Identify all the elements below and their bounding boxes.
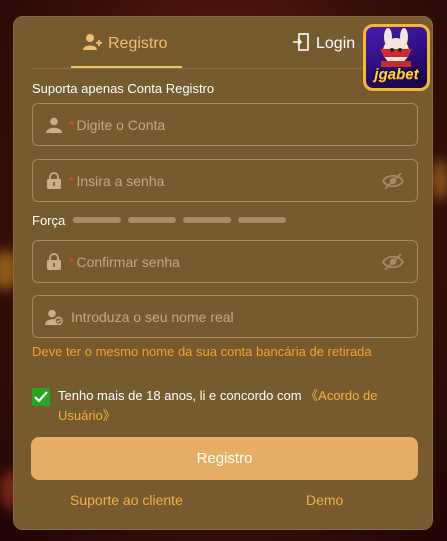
user-icon: [45, 116, 63, 134]
account-input[interactable]: [74, 104, 417, 145]
password-strength-segment: [128, 217, 176, 223]
eye-slash-icon[interactable]: [381, 250, 405, 274]
tab-registro[interactable]: Registro: [82, 31, 168, 57]
realname-input[interactable]: [63, 296, 417, 337]
tabs-divider: [32, 68, 414, 69]
tab-registro-label: Registro: [108, 35, 168, 52]
lock-icon: [45, 172, 63, 190]
agree-checkbox[interactable]: [32, 388, 50, 406]
password-strength-segment: [73, 217, 121, 223]
add-user-icon: [82, 33, 102, 56]
brand-logo-text: jgabet: [374, 66, 419, 83]
customer-support-link[interactable]: Suporte ao cliente: [70, 492, 183, 508]
password-strength-segment: [238, 217, 286, 223]
password-field[interactable]: *: [32, 159, 418, 202]
realname-hint: Deve ter o mesmo nome da sua conta bancá…: [32, 344, 372, 359]
confirm-password-field[interactable]: *: [32, 240, 418, 283]
tab-login[interactable]: Login: [292, 31, 355, 57]
section-title: Suporta apenas Conta Registro: [32, 81, 215, 96]
lock-icon: [45, 253, 63, 271]
confirm-password-input[interactable]: [74, 241, 381, 282]
account-field[interactable]: *: [32, 103, 418, 146]
agree-text: Tenho mais de 18 anos, li e concordo com: [58, 388, 302, 403]
user-verified-icon: [45, 308, 63, 326]
demo-link[interactable]: Demo: [306, 492, 343, 508]
eye-slash-icon[interactable]: [381, 169, 405, 193]
register-panel: Registro Login jgabet Suporta apenas Con…: [13, 16, 433, 530]
brand-logo: jgabet: [363, 24, 430, 91]
register-button[interactable]: Registro: [31, 437, 418, 480]
password-strength-segment: [183, 217, 231, 223]
password-input[interactable]: [74, 160, 381, 201]
agreement: Tenho mais de 18 anos, li e concordo com…: [32, 386, 422, 426]
tab-login-label: Login: [316, 35, 356, 52]
password-strength-label: Força: [32, 213, 66, 228]
login-door-icon: [292, 32, 310, 56]
realname-field[interactable]: [32, 295, 418, 338]
